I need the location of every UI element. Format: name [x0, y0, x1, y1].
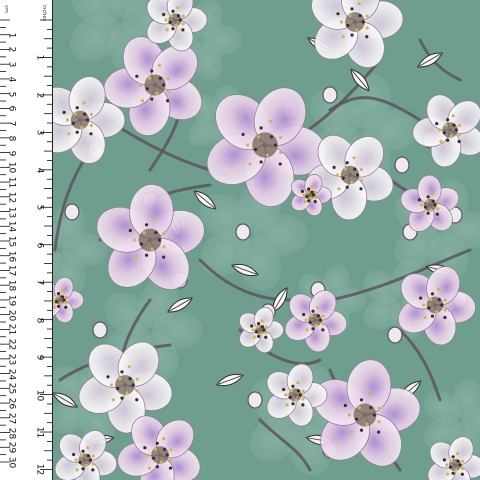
- cm-label: 1: [6, 32, 17, 39]
- cm-label: 7: [6, 120, 17, 127]
- cm-label: 25: [6, 383, 17, 395]
- cm-label: 18: [6, 279, 17, 292]
- inch-unit-label: inches: [41, 4, 48, 22]
- inch-label: 11: [34, 426, 45, 439]
- inch-label: 2: [34, 92, 45, 99]
- cm-label: 28: [6, 427, 17, 439]
- cm-label: 16: [6, 250, 17, 262]
- cm-label: 21: [6, 324, 17, 336]
- bud: [64, 203, 80, 221]
- cm-label: 10: [6, 162, 17, 174]
- inch-label: 7: [34, 279, 45, 286]
- bud: [247, 391, 263, 409]
- cm-label: 5: [6, 91, 17, 98]
- inch-label: 3: [34, 129, 45, 136]
- cm-label: 4: [6, 76, 17, 83]
- cm-label: 19: [6, 294, 17, 307]
- cm-label: 8: [6, 135, 17, 142]
- cm-label: 2: [6, 47, 17, 53]
- cm-label: 20: [6, 309, 17, 321]
- cm-label: 9: [6, 150, 17, 156]
- measuring-ruler: cm inches 1 2 3 4 5 6 7 8 9 10 11 12 13 14 15 16 17 18 19 2…: [0, 0, 53, 480]
- inch-label: 5: [34, 204, 45, 211]
- cm-unit-label: cm: [2, 5, 9, 13]
- cm-label: 17: [6, 265, 17, 277]
- inch-label: 12: [34, 464, 45, 476]
- inch-label: 6: [34, 242, 45, 249]
- bud: [322, 86, 338, 104]
- inch-label: 9: [34, 354, 45, 361]
- cm-label: 23: [6, 353, 17, 366]
- inch-label: 4: [34, 167, 45, 174]
- cm-label: 12: [6, 191, 17, 204]
- cm-label: 6: [6, 106, 17, 112]
- cm-label: 11: [6, 176, 17, 189]
- inch-label: 8: [34, 317, 45, 324]
- cm-label: 27: [6, 412, 17, 425]
- cm-label: 22: [6, 338, 17, 351]
- bud: [235, 223, 251, 241]
- cm-label: 29: [6, 442, 17, 454]
- bud: [92, 321, 108, 339]
- cm-label: 13: [6, 206, 17, 218]
- cm-label: 26: [6, 397, 17, 410]
- bud: [387, 326, 403, 344]
- inch-label: 1: [34, 55, 45, 61]
- cm-label: 14: [6, 221, 17, 233]
- cm-label: 30: [6, 456, 17, 469]
- cm-label: 24: [6, 368, 17, 380]
- cm-label: 3: [6, 61, 17, 68]
- inch-label: 10: [34, 389, 45, 401]
- fabric-pattern: [0, 0, 480, 480]
- cm-label: 15: [6, 235, 17, 248]
- bud: [394, 156, 410, 174]
